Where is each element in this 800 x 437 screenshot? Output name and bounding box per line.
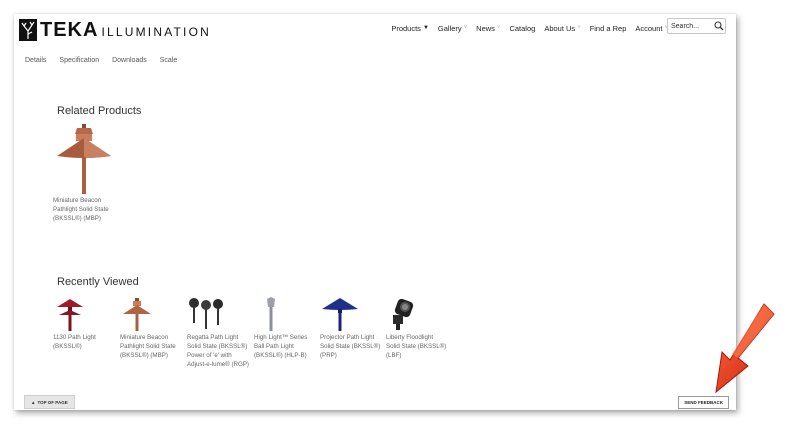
recent-product-card[interactable]: Liberty Floodlight Solid State (BKSSL®) … (386, 297, 448, 360)
dark-regatta-path-lights-icon (189, 298, 223, 329)
product-name: Miniature Beacon Pathlight Solid State (… (53, 197, 109, 222)
silver-spike-path-light-icon (267, 297, 275, 331)
tree-logo-icon (19, 19, 37, 41)
subnav-scale[interactable]: Scale (160, 57, 178, 64)
search-box (667, 18, 726, 34)
nav-label: Gallery (437, 23, 462, 33)
subnav-specification[interactable]: Specification (59, 57, 99, 64)
recent-product-card[interactable]: 1130 Path Light (BKSSL®) (53, 297, 113, 351)
nav-label: About Us (544, 23, 576, 33)
recent-product-card[interactable]: High Light™ Series Ball Path Light (BKSS… (254, 297, 318, 360)
brand-name: TEKA (40, 19, 99, 41)
search-input[interactable] (668, 22, 713, 30)
subnav-details[interactable]: Details (25, 57, 46, 64)
subnav-downloads[interactable]: Downloads (112, 57, 147, 64)
nav-label: Find a Rep (589, 23, 627, 33)
product-subnav: Details Specification Downloads Scale (25, 57, 177, 64)
product-name: High Light™ Series Ball Path Light (BKSS… (254, 334, 308, 359)
nav-label: Catalog (509, 23, 536, 33)
chevron-down-icon: ˅ (496, 25, 501, 31)
nav-item-account[interactable]: Account˅ (635, 24, 668, 33)
red-tiered-path-light-icon (57, 299, 83, 331)
product-name: Regatta Path Light Solid State (BKSSL®) … (187, 334, 249, 368)
teka-logo[interactable]: TEKA ILLUMINATION (19, 18, 211, 42)
blue-projector-path-light-icon (322, 298, 358, 331)
nav-item-about-us[interactable]: About Us ˅ (544, 24, 580, 33)
copper-beacon-pathlight-icon (123, 298, 151, 331)
related-products-title: Related Products (57, 105, 142, 117)
top-of-page-label: TOP OF PAGE (37, 399, 68, 405)
product-name: 1130 Path Light (BKSSL®) (53, 334, 96, 350)
arrow-up-icon: ▲ (31, 399, 36, 405)
black-flood-light-icon (393, 298, 414, 330)
product-name: Projector Path Light Solid State (BKSSL®… (320, 334, 381, 359)
red-pointer-arrow-icon (715, 303, 775, 394)
recent-product-card[interactable]: Projector Path Light Solid State (BKSSL®… (320, 297, 382, 360)
chevron-down-icon: ˅ (577, 25, 581, 31)
product-name: Liberty Floodlight Solid State (BKSSL®) … (386, 334, 447, 359)
nav-label: Products (391, 23, 421, 33)
top-of-page-button[interactable]: ▲ TOP OF PAGE (24, 395, 75, 409)
chevron-down-icon: ˅ (463, 25, 468, 31)
brand-tagline: ILLUMINATION (101, 25, 211, 39)
nav-label: Account (635, 23, 663, 33)
recently-viewed-title: Recently Viewed (57, 276, 139, 288)
copper-beacon-pathlight-icon (57, 124, 111, 194)
nav-label: News (476, 23, 495, 33)
search-icon[interactable] (713, 20, 725, 32)
nav-item-find-a-rep[interactable]: Find a Rep (590, 24, 627, 33)
nav-item-catalog[interactable]: Catalog (509, 24, 535, 33)
nav-item-gallery[interactable]: Gallery ˅ (438, 24, 467, 33)
recent-product-card[interactable]: Miniature Beacon Pathlight Solid State (… (120, 297, 182, 360)
caret-down-icon: ▼ (422, 25, 429, 31)
send-feedback-label: SEND FEEDBACK (684, 400, 723, 405)
related-product-card[interactable]: Miniature Beacon Pathlight Solid State (… (53, 124, 115, 223)
product-name: Miniature Beacon Pathlight Solid State (… (120, 334, 176, 359)
main-nav: Products ▼ Gallery ˅ News ˅ Catalog About U… (391, 21, 668, 35)
nav-item-news[interactable]: News ˅ (476, 24, 500, 33)
recent-product-card[interactable]: Regatta Path Light Solid State (BKSSL®) … (187, 297, 249, 369)
browser-page: TEKA ILLUMINATION Products ▼ Gallery ˅ New… (14, 14, 736, 410)
nav-item-products[interactable]: Products ▼ (391, 24, 429, 33)
